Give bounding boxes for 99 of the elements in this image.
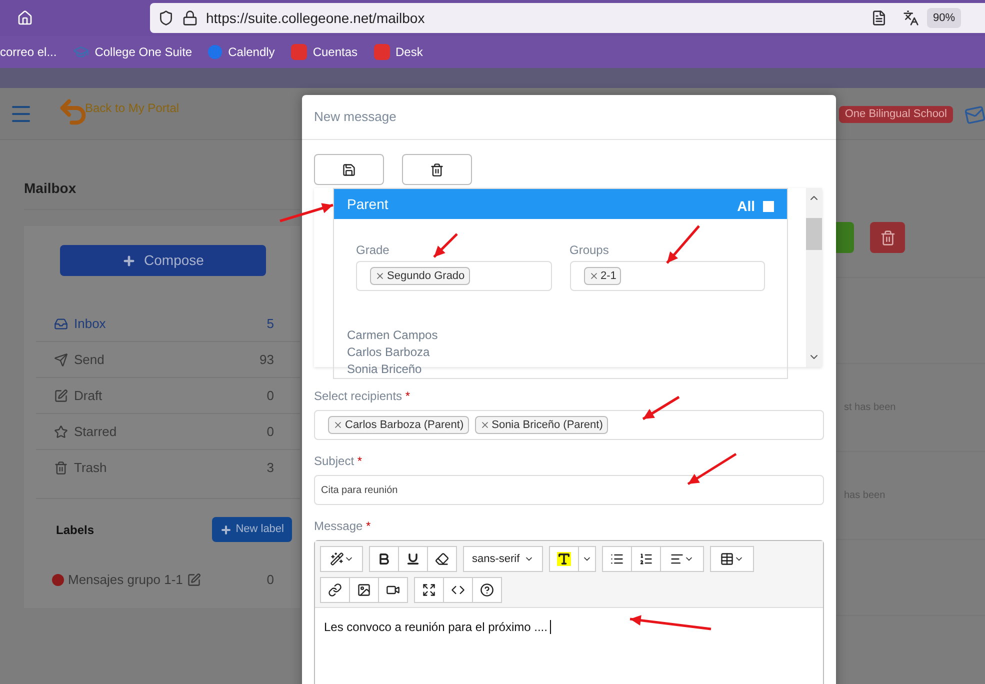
remove-icon[interactable] xyxy=(333,420,343,430)
help-button[interactable] xyxy=(472,577,502,603)
scrollbar[interactable] xyxy=(806,188,822,367)
annotation-arrow xyxy=(280,203,334,222)
trash-icon xyxy=(430,162,444,176)
annotation-arrow xyxy=(666,225,700,264)
selected-tag[interactable]: Segundo Grado xyxy=(370,267,470,285)
shield-icon[interactable] xyxy=(158,10,174,26)
video-button[interactable] xyxy=(378,577,408,603)
url-text[interactable]: https://suite.collegeone.net/mailbox xyxy=(206,8,863,28)
trash-icon xyxy=(54,461,68,475)
subject-field[interactable]: Cita para reunión xyxy=(314,475,824,505)
translate-icon[interactable] xyxy=(902,10,919,26)
person-item[interactable]: Sonia Briceño xyxy=(347,361,787,378)
recipients-select[interactable]: Carlos Barboza (Parent) Sonia Briceño (Parent) xyxy=(314,410,824,440)
person-item[interactable]: Carlos Barboza xyxy=(347,344,787,361)
help-icon xyxy=(480,583,494,597)
field-label: Subject * xyxy=(314,453,362,470)
selected-tag[interactable]: Sonia Briceño (Parent) xyxy=(474,416,608,434)
highlight-color-button[interactable] xyxy=(548,546,579,572)
delete-button[interactable] xyxy=(870,222,905,253)
person-item[interactable]: Carmen Campos xyxy=(347,327,787,344)
field-label: Groups xyxy=(570,242,609,259)
numbered-list-icon xyxy=(638,552,653,566)
page-title: Mailbox xyxy=(24,178,300,210)
graduation-cap-icon xyxy=(72,44,89,60)
link-button[interactable] xyxy=(320,577,350,603)
field-label: Message * xyxy=(314,518,371,535)
color-dropdown-button[interactable] xyxy=(578,546,596,572)
underline-button[interactable] xyxy=(398,546,428,572)
table-icon xyxy=(720,552,734,566)
label-count: 0 xyxy=(266,571,274,589)
link-icon xyxy=(328,583,342,597)
selected-tag[interactable]: Carlos Barboza (Parent) xyxy=(328,416,469,434)
lock-icon[interactable] xyxy=(182,10,198,26)
clear-format-button[interactable] xyxy=(427,546,457,572)
fullscreen-button[interactable] xyxy=(414,577,444,603)
bold-button[interactable] xyxy=(369,546,399,572)
bookmark-link[interactable]: Calendly xyxy=(228,43,275,61)
bullet-list-button[interactable] xyxy=(602,546,632,572)
new-label-button[interactable]: New label xyxy=(212,517,292,542)
style-button[interactable] xyxy=(320,546,363,572)
circle-logo-icon xyxy=(208,45,222,59)
remove-icon[interactable] xyxy=(375,271,385,281)
plus-icon xyxy=(122,254,136,268)
zoom-level[interactable]: 90% xyxy=(926,8,961,28)
eraser-icon xyxy=(435,552,449,566)
field-label: Select recipients * xyxy=(314,388,410,405)
code-view-button[interactable] xyxy=(443,577,473,603)
bookmark-link[interactable]: Desk xyxy=(396,43,423,61)
image-icon xyxy=(357,583,371,597)
dialog-title: New message xyxy=(302,95,836,140)
align-left-icon xyxy=(670,552,684,566)
underline-icon xyxy=(406,552,420,566)
remove-icon[interactable] xyxy=(480,420,490,430)
draft-icon xyxy=(54,388,68,402)
plus-icon xyxy=(220,524,232,536)
annotation-arrow xyxy=(687,452,737,486)
edit-icon[interactable] xyxy=(186,572,201,587)
trash-icon xyxy=(880,230,896,246)
home-icon[interactable] xyxy=(17,10,33,26)
field-label: Grade xyxy=(356,242,390,259)
discard-button[interactable] xyxy=(402,154,472,185)
starred-icon xyxy=(54,424,68,438)
bookmark-link[interactable]: Cuentas xyxy=(312,43,358,61)
annotation-arrow xyxy=(642,396,680,420)
annotation-arrow xyxy=(433,233,458,258)
inbox-icon xyxy=(54,316,68,330)
message-body[interactable]: Les convoco a reunión para el próximo .... xyxy=(315,608,823,684)
school-badge: One Bilingual School xyxy=(838,106,953,123)
bookmark-link[interactable]: correo el... xyxy=(0,43,57,61)
send-icon xyxy=(54,352,68,366)
scrollbar-thumb[interactable] xyxy=(806,218,822,250)
text-highlight-icon xyxy=(556,552,571,566)
group-name: Parent xyxy=(347,194,390,214)
font-family-select[interactable]: sans-serif xyxy=(463,546,543,572)
compose-button[interactable]: Compose xyxy=(60,245,266,276)
reader-view-icon[interactable] xyxy=(870,10,887,26)
code-icon xyxy=(451,583,465,597)
save-button[interactable] xyxy=(314,154,384,185)
bold-icon xyxy=(377,552,391,566)
magic-wand-icon xyxy=(330,552,344,566)
bullet-list-icon xyxy=(610,552,624,566)
remove-icon[interactable] xyxy=(588,271,598,281)
table-button[interactable] xyxy=(710,546,754,572)
labels-heading: Labels xyxy=(56,522,96,538)
video-icon xyxy=(386,583,400,597)
align-button[interactable] xyxy=(660,546,704,572)
bookmark-link[interactable]: College One Suite xyxy=(94,43,192,61)
save-icon xyxy=(342,162,356,176)
address-bar[interactable]: https://suite.collegeone.net/mailbox 90% xyxy=(150,3,985,33)
selected-tag[interactable]: 2-1 xyxy=(584,267,622,285)
expand-icon xyxy=(422,583,436,597)
square-logo-icon xyxy=(290,44,307,60)
numbered-list-button[interactable] xyxy=(630,546,661,572)
square-logo-icon xyxy=(374,44,390,60)
groups-select[interactable]: 2-1 xyxy=(570,261,765,291)
image-button[interactable] xyxy=(349,577,379,603)
grade-select[interactable]: Segundo Grado xyxy=(356,261,552,291)
